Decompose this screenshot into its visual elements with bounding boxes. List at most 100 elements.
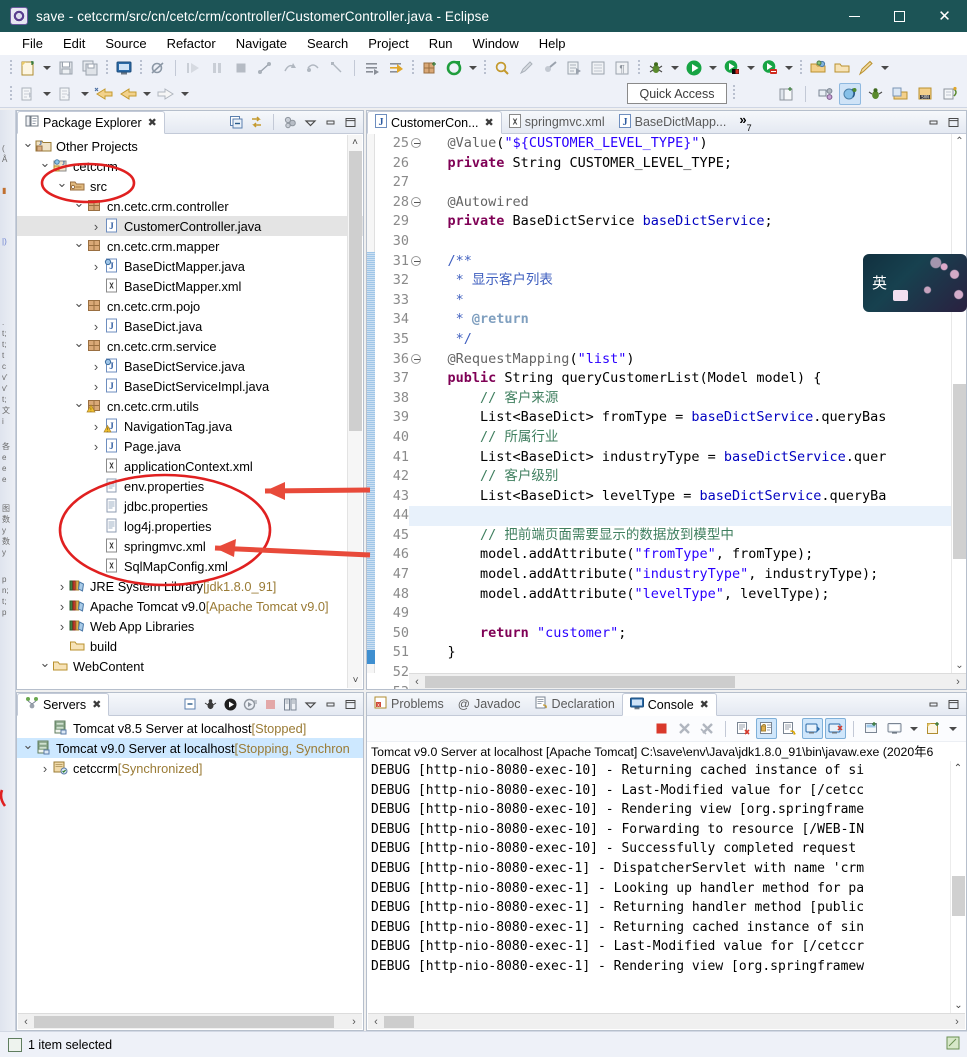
step-into-icon[interactable] [182,57,204,79]
stop-server-icon[interactable] [262,696,279,713]
class-dropdown-icon[interactable] [469,66,477,70]
tree-item-jdbc-properties[interactable]: jdbc.properties [17,496,363,516]
collapse-all-icon[interactable] [182,696,199,713]
word-wrap-icon[interactable] [779,718,800,739]
minimize-icon[interactable] [925,114,942,131]
menu-navigate[interactable]: Navigate [226,36,297,51]
tree-item-sqlmapconfig-xml[interactable]: X SqlMapConfig.xml [17,556,363,576]
import-dropdown-icon[interactable] [43,92,51,96]
menu-project[interactable]: Project [358,36,418,51]
relaunch-icon[interactable] [254,57,276,79]
step-over-icon[interactable] [206,57,228,79]
servers-tree[interactable]: Tomcat v8.5 Server at localhost [Stopped… [17,716,363,1030]
tree-item-page-java[interactable]: J Page.java [17,436,363,456]
tree-item-env-properties[interactable]: env.properties [17,476,363,496]
tree-item-build[interactable]: build [17,636,363,656]
twisty-open-icon[interactable] [72,238,86,254]
terminate-icon[interactable] [230,57,252,79]
coverage-dropdown-icon[interactable] [747,66,755,70]
show-whitespace-icon[interactable]: ¶ [611,57,633,79]
editor-horizontal-scrollbar[interactable]: ‹ › [409,673,966,689]
export-icon[interactable] [55,83,77,105]
server-row[interactable]: Tomcat v8.5 Server at localhost [Stopped… [17,718,363,738]
tree-item-basedictserviceimpl-java[interactable]: J BaseDictServiceImpl.java [17,376,363,396]
close-icon[interactable]: ✖ [92,698,101,711]
new-java-package-icon[interactable] [419,57,441,79]
search-icon[interactable] [491,57,513,79]
tree-item-other-projects[interactable]: JOther Projects [17,136,363,156]
menu-edit[interactable]: Edit [53,36,95,51]
menu-help[interactable]: Help [529,36,576,51]
twisty-open-icon[interactable] [72,298,86,314]
editor-scroll-thumb[interactable] [953,384,966,559]
new-java-class-icon[interactable] [443,57,465,79]
terminate-icon[interactable] [651,718,672,739]
show-console-on-error-icon[interactable] [825,718,846,739]
tab-servers[interactable]: Servers ✖ [17,693,110,716]
open-type-icon[interactable] [385,57,407,79]
tree-item-cn-cetc-crm-pojo[interactable]: cn.cetc.crm.pojo [17,296,363,316]
twisty-closed-icon[interactable] [89,419,103,434]
resume-icon[interactable] [302,57,324,79]
quick-access-input[interactable]: Quick Access [627,83,727,104]
console-scroll-thumb[interactable] [952,876,965,916]
server-row[interactable]: Tomcat v9.0 Server at localhost [Stoppin… [17,738,363,758]
pin-console-icon[interactable] [861,718,882,739]
twisty-open-icon[interactable] [38,158,52,174]
twisty-open-icon[interactable] [72,398,86,414]
tree-item-springmvc-xml[interactable]: Xspringmvc.xml [17,536,363,556]
link-with-editor-icon[interactable] [248,114,265,131]
tab-javadoc[interactable]: @ Javadoc [451,693,528,715]
menu-search[interactable]: Search [297,36,358,51]
show-console-on-output-icon[interactable] [802,718,823,739]
hscroll-left-arrow[interactable]: ‹ [18,1016,34,1028]
twisty-closed-icon[interactable] [89,379,103,394]
scroll-lock-icon[interactable] [756,718,777,739]
tab-problems[interactable]: x Problems [367,693,451,715]
view-menu-toolbar-icon[interactable] [282,114,299,131]
svn-repository-perspective-icon[interactable]: SVN [914,83,936,105]
forward-dropdown-icon[interactable] [181,92,189,96]
code-editor[interactable]: 25 26 27 28 29 30 31 32 33 34 35 36 37 38 39 40 41 42 43 44… [367,134,966,689]
java-perspective-icon[interactable] [839,83,861,105]
java-ee-perspective-icon[interactable] [814,83,836,105]
tree-item-navigationtag-java[interactable]: J!NavigationTag.java [17,416,363,436]
debug-perspective-icon[interactable] [864,83,886,105]
save-all-icon[interactable] [79,57,101,79]
open-console-dropdown-icon[interactable] [949,726,957,731]
open-task-icon[interactable] [361,57,383,79]
twisty-open-icon[interactable] [38,658,52,674]
twisty-closed-icon[interactable] [55,619,69,634]
tree-item-cn-cetc-crm-service[interactable]: cn.cetc.crm.service [17,336,363,356]
hscroll-track[interactable] [384,1014,949,1029]
twisty-open-icon[interactable] [72,198,86,214]
open-perspective-icon[interactable] [807,57,829,79]
hscroll-track[interactable] [34,1014,346,1029]
twisty-closed-icon[interactable] [89,319,103,334]
tree-item-jre-system-library[interactable]: JRE System Library [jdk1.8.0_91] [17,576,363,596]
profile-server-icon[interactable] [242,696,259,713]
tab-CustomerController[interactable]: J CustomerCon... ✖ [367,111,502,134]
menu-source[interactable]: Source [95,36,156,51]
twisty-open-icon[interactable] [21,138,35,154]
ime-floating-widget[interactable]: 英 [863,254,967,312]
clear-console-icon[interactable] [733,718,754,739]
open-folder-icon[interactable] [831,57,853,79]
tab-springmvc-xml[interactable]: X springmvc.xml [502,111,612,133]
console-horizontal-scrollbar[interactable]: ‹ › [368,1013,965,1029]
maximize-button[interactable] [877,0,922,32]
back-history-icon[interactable] [93,83,115,105]
hscroll-left-arrow[interactable]: ‹ [409,676,425,688]
editor-vertical-scrollbar[interactable]: ⌃ ⌄ [951,134,966,673]
tree-item-basedictmapper-java[interactable]: JBaseDictMapper.java [17,256,363,276]
twisty-closed-icon[interactable] [55,599,69,614]
scroll-down-arrow[interactable]: ˅ [348,673,363,688]
save-icon[interactable] [55,57,77,79]
twisty-closed-icon[interactable] [55,579,69,594]
remove-all-launches-icon[interactable] [697,718,718,739]
tree-item-basedict-java[interactable]: J BaseDict.java [17,316,363,336]
run-icon[interactable] [683,57,705,79]
hscroll-track[interactable] [425,674,950,689]
scroll-up-arrow[interactable]: ˄ [348,135,362,150]
hscroll-right-arrow[interactable]: › [346,1016,362,1028]
